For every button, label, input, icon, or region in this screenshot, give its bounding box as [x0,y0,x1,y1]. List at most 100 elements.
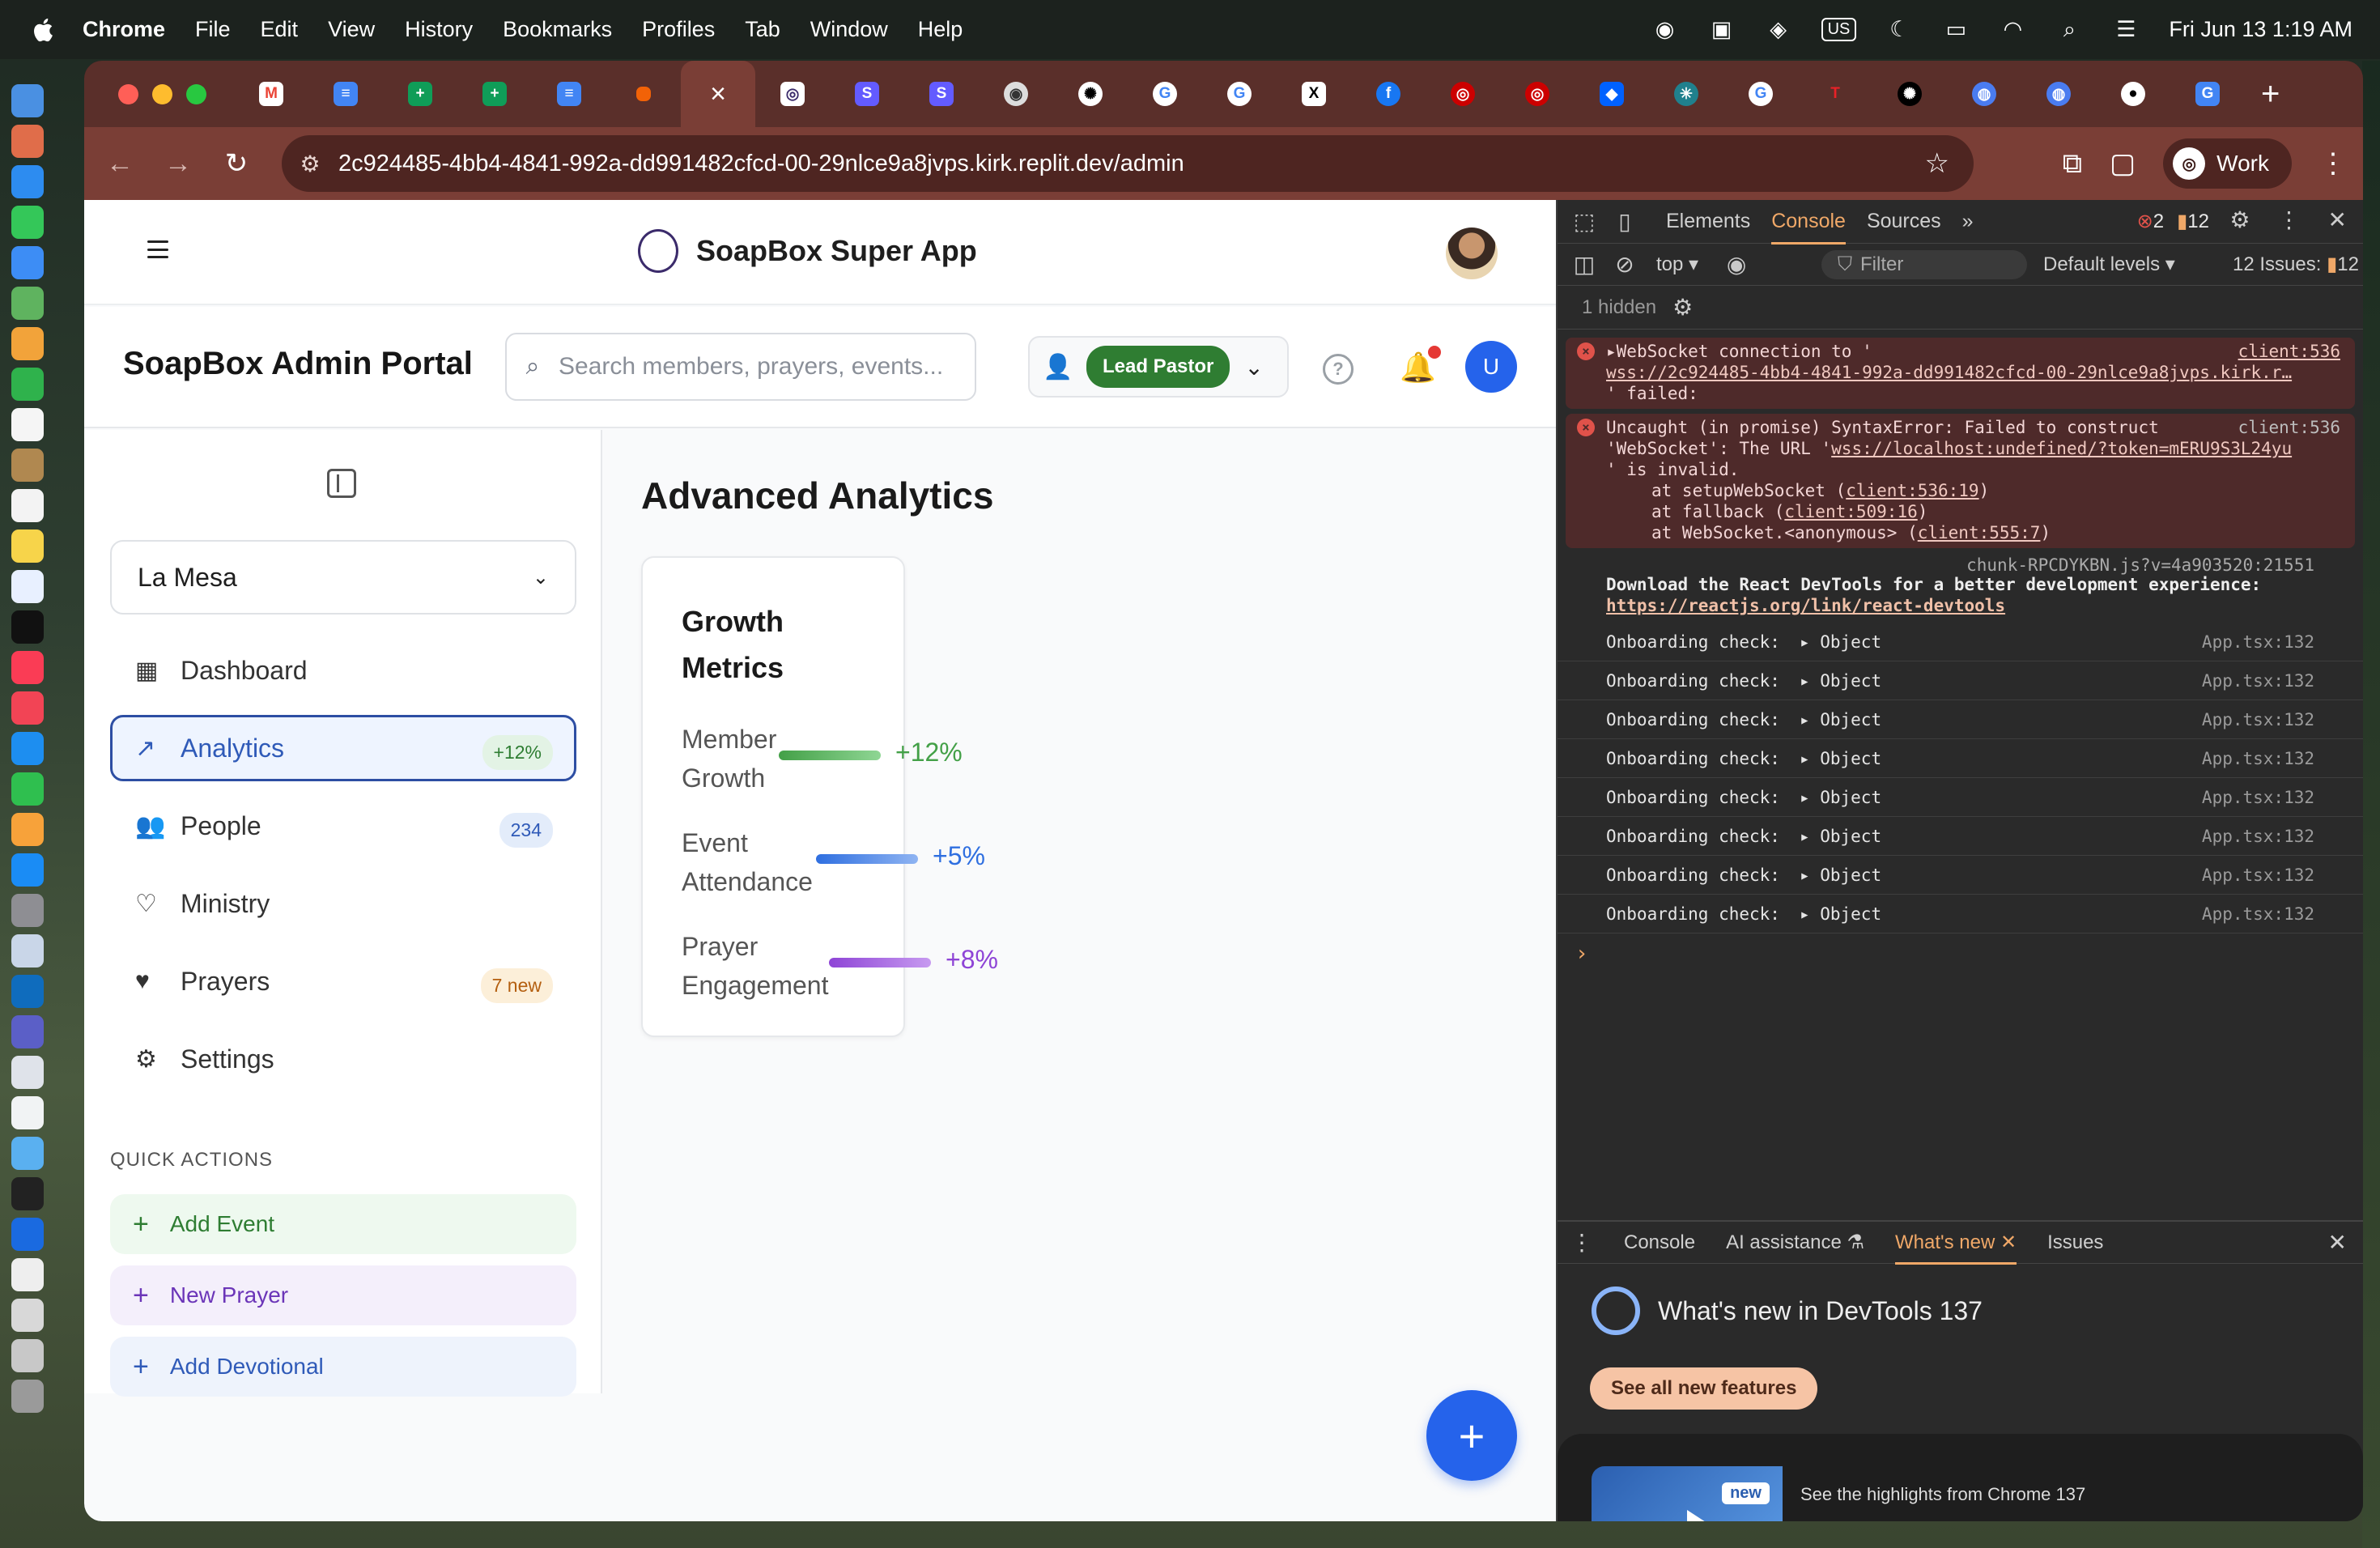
address-bar[interactable]: ⚙ 2c924485-4bb4-4841-992a-dd991482cfcd-0… [282,135,1974,192]
bookmark-star-icon[interactable]: ☆ [1925,147,1949,180]
close-window-button[interactable] [118,83,138,104]
log-source-link[interactable]: App.tsx:132 [2202,865,2314,886]
log-source-link[interactable]: App.tsx:132 [2202,670,2314,691]
console-error[interactable]: × client:536 ▸WebSocket connection to ' … [1566,338,2355,409]
menu-tab[interactable]: Tab [745,17,780,42]
browser-tab[interactable]: G [2170,61,2245,127]
message-source[interactable]: chunk-RPCDYKBN.js?v=4a903520:21551 [1966,555,2314,576]
add-devotional-button[interactable]: + Add Devotional [110,1337,576,1397]
console-log-row[interactable]: Onboarding check: ▸ Object App.tsx:132 [1558,700,2363,739]
user-photo-avatar[interactable] [1446,228,1498,279]
log-source-link[interactable]: App.tsx:132 [2202,826,2314,847]
dock-chrome-icon[interactable] [11,1096,44,1129]
browser-tab[interactable]: G [1723,61,1798,127]
more-tabs-icon[interactable]: » [1962,210,1974,233]
vpn-icon[interactable]: ◉ [1651,17,1679,42]
drawer-close-icon[interactable]: ✕ [2328,1229,2347,1256]
dock-safari-icon[interactable] [11,165,44,198]
search-input[interactable]: ⌕ Search members, prayers, events... [505,333,976,401]
dock-numbers-icon[interactable] [11,772,44,806]
teams-icon[interactable]: ◈ [1765,17,1792,42]
expandable-object[interactable]: ▸ Object [1800,632,1881,653]
console-log-row[interactable]: Onboarding check: ▸ Object App.tsx:132 [1558,661,2363,700]
stack-link[interactable]: client:536:19 [1846,481,1978,500]
menu-profiles[interactable]: Profiles [642,17,715,42]
reload-icon[interactable]: ↻ [207,147,266,180]
sidebar-item-analytics[interactable]: ↗ Analytics +12% [110,715,576,781]
browser-tab[interactable] [606,61,681,127]
dock-photos-icon[interactable] [11,327,44,360]
log-source-link[interactable]: App.tsx:132 [2202,904,2314,925]
menu-window[interactable]: Window [810,17,888,42]
dock-calendar-icon[interactable] [11,408,44,441]
expandable-object[interactable]: ▸ Object [1800,709,1881,730]
issues-button[interactable]: 12 Issues: ▮12 [2233,253,2359,276]
sidebar-item-ministry[interactable]: ♡ Ministry [110,870,576,937]
browser-tab[interactable]: ✳ [1649,61,1723,127]
browser-tab[interactable]: ◉ [979,61,1053,127]
dock-launchpad-icon[interactable] [11,125,44,158]
log-levels-select[interactable]: Default levels ▾ [2043,253,2175,276]
dock-notes-icon[interactable] [11,529,44,563]
browser-tab[interactable]: + [383,61,457,127]
expandable-object[interactable]: ▸ Object [1800,865,1881,886]
control-center-icon[interactable]: ☰ [2112,17,2140,42]
highlights-card[interactable]: new See the highlights from Chrome 137 [1558,1434,2363,1521]
app-brand[interactable]: SoapBox Super App [638,229,977,273]
browser-tab[interactable]: ◎ [1500,61,1575,127]
minimize-window-button[interactable] [152,83,172,104]
browser-tab[interactable]: ✺ [1053,61,1128,127]
devtools-settings-icon[interactable]: ⚙ [2229,206,2250,233]
expandable-object[interactable]: ▸ Object [1800,670,1881,691]
log-source-link[interactable]: App.tsx:132 [2202,748,2314,769]
browser-tab[interactable]: X [1277,61,1351,127]
react-devtools-link[interactable]: https://reactjs.org/link/react-devtools [1606,596,2005,615]
new-prayer-button[interactable]: + New Prayer [110,1265,576,1325]
sidebar-toggle-icon[interactable]: ◫ [1564,251,1604,278]
sidebar-item-prayers[interactable]: ♥ Prayers 7 new [110,948,576,1014]
dock-facetime-icon[interactable] [11,368,44,401]
browser-tab[interactable]: S [830,61,904,127]
browser-tab[interactable]: ✺ [1872,61,1947,127]
video-thumbnail[interactable]: new [1592,1466,1783,1521]
log-source-link[interactable]: App.tsx:132 [2202,787,2314,808]
focus-moon-icon[interactable]: ☾ [1885,17,1913,42]
error-url-link[interactable]: wss://localhost:undefined/?token=mERU9S3… [1831,439,2292,458]
browser-tab[interactable]: G [1128,61,1202,127]
context-select[interactable]: top ▾ [1656,253,1698,276]
site-info-icon[interactable]: ⚙ [282,151,338,177]
menu-bookmarks[interactable]: Bookmarks [503,17,612,42]
hamburger-menu-icon[interactable] [147,240,168,258]
battery-icon[interactable]: ▭ [1942,17,1970,42]
dock-news-icon[interactable] [11,691,44,725]
browser-tab[interactable]: ◎ [1426,61,1500,127]
device-toolbar-icon[interactable]: ▯ [1604,208,1645,235]
browser-tab[interactable]: G [1202,61,1277,127]
expandable-object[interactable]: ▸ Object [1800,748,1881,769]
dock-appstore-icon[interactable] [11,853,44,887]
tab-console[interactable]: Console [1771,210,1846,245]
eye-icon[interactable]: ◉ [1716,251,1757,278]
dock-terminal-icon[interactable] [11,1177,44,1210]
new-tab-button[interactable]: + [2261,76,2280,113]
menu-edit[interactable]: Edit [261,17,299,42]
browser-tab[interactable]: ≡ [532,61,606,127]
dock-teams-icon[interactable] [11,1015,44,1048]
dock-settings-icon[interactable] [11,894,44,927]
devtools-counters[interactable]: ⊗2 ▮12 [2137,210,2209,233]
browser-tab[interactable]: f [1351,61,1426,127]
add-floating-button[interactable]: + [1426,1390,1517,1481]
drawer-tab-console[interactable]: Console [1624,1231,1695,1254]
expandable-object[interactable]: ▸ Object [1800,904,1881,925]
console-filter-input[interactable]: ⛉ Filter [1821,250,2027,279]
notification-bell-icon[interactable]: 🔔 [1400,346,1441,385]
forward-arrow-icon[interactable]: → [149,148,207,180]
console-log-row[interactable]: Onboarding check: ▸ Object App.tsx:132 [1558,739,2363,778]
expandable-object[interactable]: ▸ Object [1800,787,1881,808]
back-arrow-icon[interactable]: ← [91,148,149,180]
dock-image-icon[interactable] [11,1339,44,1372]
dock-outlook-icon[interactable] [11,975,44,1008]
error-url-link[interactable]: wss://2c924485-4bb4-4841-992a-dd991482cf… [1606,362,2345,383]
browser-tab[interactable]: ● [2096,61,2170,127]
browser-tab[interactable]: S [904,61,979,127]
